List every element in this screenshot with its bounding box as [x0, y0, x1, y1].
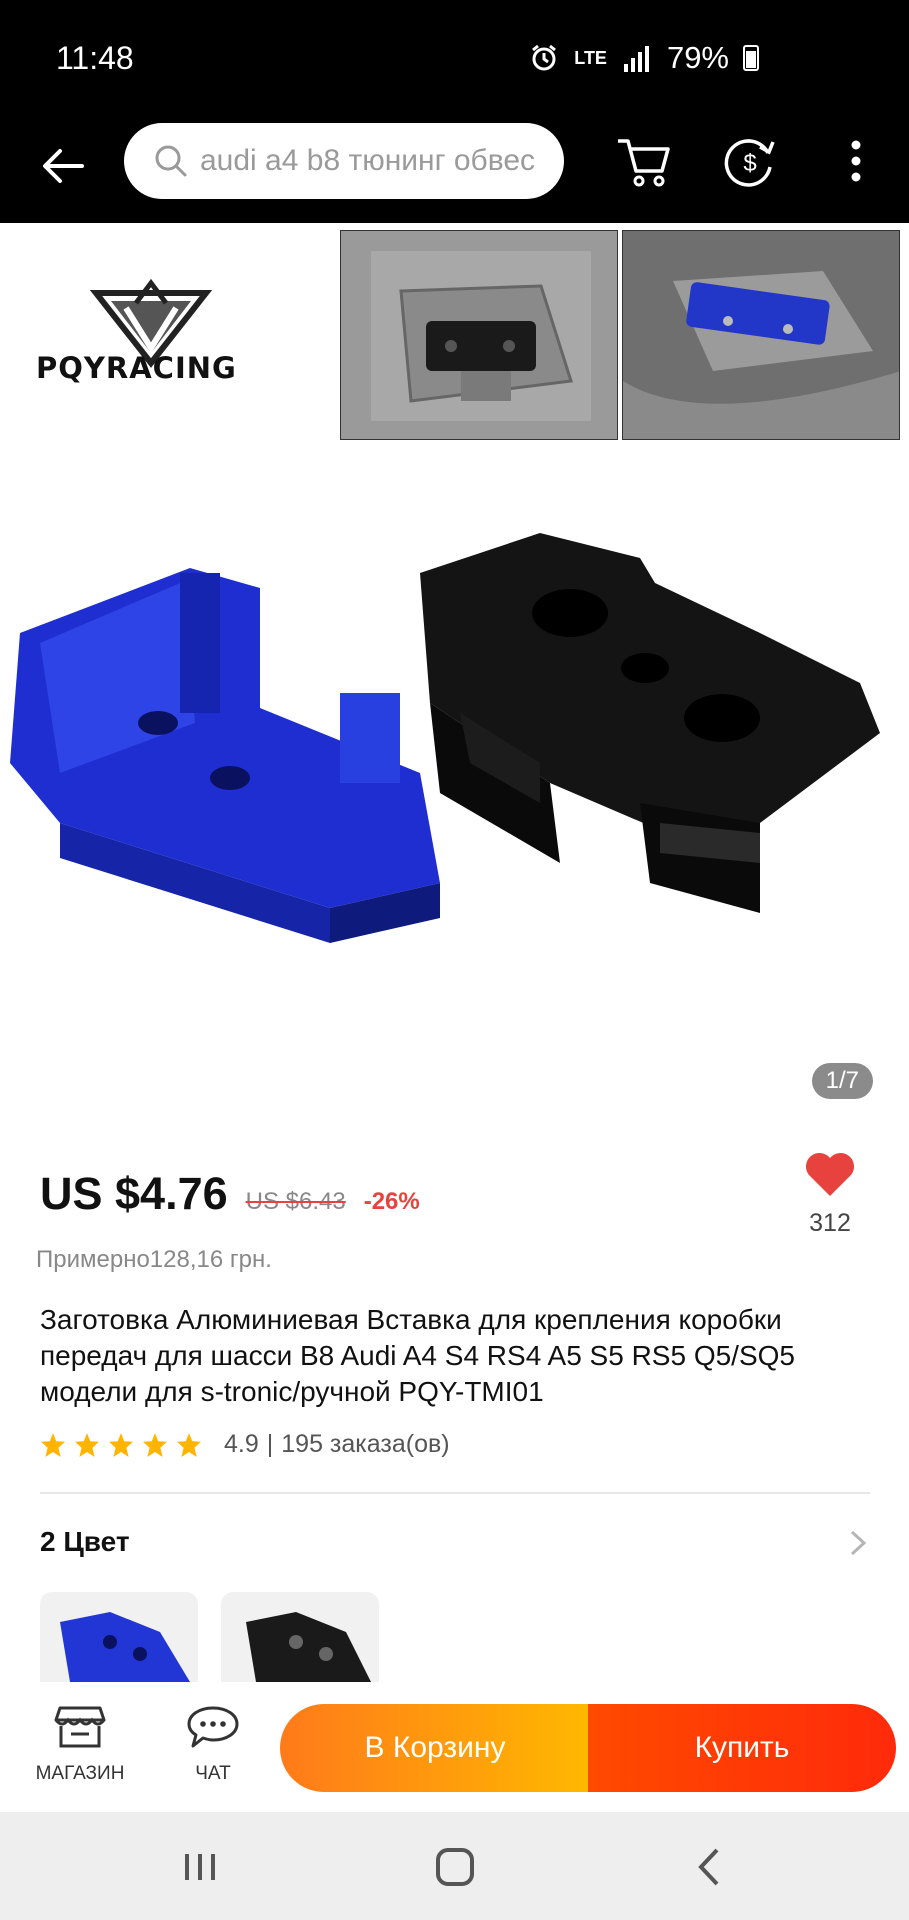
system-navigation-bar: [0, 1812, 909, 1920]
divider: [40, 1492, 870, 1494]
color-swatch-black[interactable]: [221, 1592, 379, 1682]
product-image-gallery[interactable]: PQYRACING 1/7: [0, 223, 909, 1110]
thumbnail-black-mount: [340, 230, 618, 440]
more-menu-icon[interactable]: [826, 131, 886, 191]
current-price: US $4.76: [40, 1168, 228, 1219]
discount-badge: -26%: [363, 1188, 420, 1215]
rating-value: 4.9: [224, 1430, 259, 1458]
bottom-action-bar: МАГАЗИН ЧАТ В Корзину Купить: [0, 1682, 909, 1812]
network-type: LTE: [574, 47, 607, 68]
recent-apps-icon[interactable]: [175, 1842, 225, 1892]
star-icon: [177, 1432, 201, 1457]
star-icon: [41, 1432, 65, 1457]
search-bar[interactable]: [124, 123, 564, 199]
store-icon: [54, 1706, 106, 1748]
status-indicators: LTE 79%: [528, 40, 759, 76]
search-input[interactable]: [200, 144, 560, 178]
svg-text:$: $: [743, 150, 756, 177]
status-bar: 11:48 LTE 79%: [0, 0, 909, 115]
image-page-counter: 1/7: [811, 1063, 873, 1099]
search-icon: [155, 145, 187, 177]
product-title: Заготовка Алюминиевая Вставка для крепле…: [40, 1304, 795, 1407]
main-product-image: [10, 533, 880, 943]
cart-icon[interactable]: [614, 131, 674, 191]
star-icon: [109, 1432, 133, 1457]
black-mount-illustration: [420, 533, 880, 913]
color-section-title[interactable]: 2 Цвет: [40, 1526, 130, 1558]
color-swatch-blue[interactable]: [40, 1592, 198, 1682]
status-time: 11:48: [56, 40, 134, 76]
original-price: US $6.43: [245, 1188, 346, 1215]
heart-icon: [805, 1152, 855, 1196]
chat-label: ЧАТ: [195, 1763, 231, 1784]
star-icon: [75, 1432, 99, 1457]
currency-exchange-icon[interactable]: $: [720, 131, 780, 191]
battery-percent: 79%: [666, 40, 729, 75]
store-button[interactable]: МАГАЗИН: [25, 1704, 135, 1785]
blue-mount-illustration: [10, 568, 440, 943]
wishlist-count: 312: [809, 1209, 851, 1237]
rating-row[interactable]: 4.9 | 195 заказа(ов): [40, 1430, 450, 1459]
chat-button[interactable]: ЧАТ: [158, 1704, 268, 1785]
signal-icon: [623, 46, 649, 72]
chat-icon: [187, 1706, 239, 1748]
thumbnail-blue-mount: [622, 230, 900, 440]
home-icon[interactable]: [430, 1842, 480, 1892]
wishlist-button[interactable]: 312: [800, 1150, 860, 1238]
alarm-icon: [532, 44, 557, 71]
brand-name: PQYRACING: [36, 351, 237, 385]
star-icon: [143, 1432, 167, 1457]
battery-icon: [743, 45, 759, 71]
store-label: МАГАЗИН: [35, 1763, 125, 1784]
top-app-bar: $: [0, 115, 909, 223]
buy-now-button[interactable]: Купить: [588, 1704, 896, 1792]
chevron-right-icon[interactable]: [848, 1528, 868, 1558]
system-back-icon[interactable]: [685, 1842, 735, 1892]
rating-separator: |: [266, 1430, 274, 1458]
add-to-cart-button[interactable]: В Корзину: [280, 1704, 590, 1792]
price-row: US $4.76 US $6.43 -26%: [40, 1168, 420, 1220]
approximate-price: Примерно128,16 грн.: [36, 1246, 272, 1273]
back-arrow-icon[interactable]: [38, 141, 88, 191]
orders-count: 195 заказа(ов): [281, 1430, 450, 1458]
